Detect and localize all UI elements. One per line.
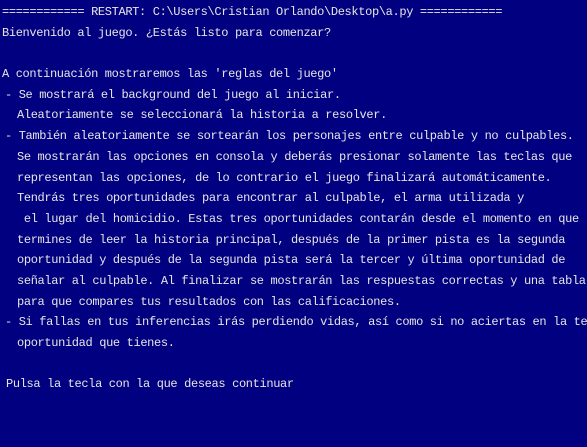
rule-1-line-2: Aleatoriamente se seleccionará la histor… <box>17 108 387 123</box>
rule-2-line-5: el lugar del homicidio. Estas tres oport… <box>17 211 579 226</box>
rule-2-line-4: Tendrás tres oportunidades para encontra… <box>17 191 524 206</box>
console-output[interactable]: ============ RESTART: C:\Users\Cristian … <box>0 0 587 447</box>
rules-intro: A continuación mostraremos las 'reglas d… <box>2 67 338 82</box>
welcome-text: Bienvenido al juego. ¿Estás listo para c… <box>2 25 331 40</box>
rule-2-line-1: - También aleatoriamente se sortearán lo… <box>5 129 574 144</box>
rule-2-line-9: para que compares tus resultados con las… <box>17 294 401 309</box>
rule-2-line-8: señalar al culpable. Al finalizar se mos… <box>17 273 586 288</box>
rule-3-line-1: - Si fallas en tus inferencias irás perd… <box>5 315 587 330</box>
rule-2-line-7: oportunidad y después de la segunda pist… <box>17 253 566 268</box>
rule-2-line-6: termines de leer la historia principal, … <box>17 232 566 247</box>
rule-2-line-3: representan las opciones, de lo contrari… <box>17 170 552 185</box>
input-prompt[interactable]: Pulsa la tecla con la que deseas continu… <box>0 374 587 395</box>
rule-1-line-1: - Se mostrará el background del juego al… <box>5 87 341 102</box>
rule-2-line-2: Se mostrarán las opciones en consola y d… <box>17 149 572 164</box>
rule-3-line-2: oportunidad que tienes. <box>17 336 175 350</box>
restart-banner: ============ RESTART: C:\Users\Cristian … <box>2 5 503 19</box>
